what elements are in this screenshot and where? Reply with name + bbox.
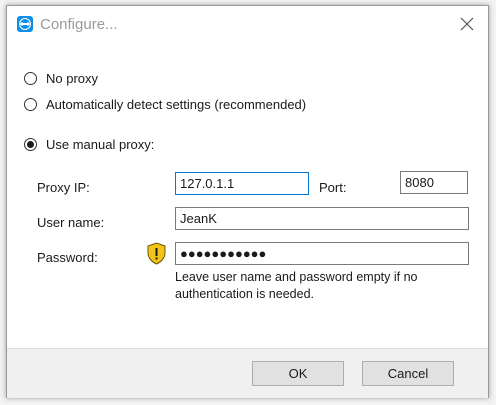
close-icon[interactable]: [460, 17, 474, 31]
password-input[interactable]: [175, 242, 469, 265]
proxy-ip-label: Proxy IP:: [37, 180, 90, 195]
dialog-body: No proxy Automatically detect settings (…: [7, 43, 488, 348]
configure-dialog: Configure... No proxy Automatically dete…: [6, 5, 489, 398]
radio-button[interactable]: [24, 71, 37, 85]
window-title: Configure...: [40, 16, 118, 33]
radio-button[interactable]: [24, 97, 37, 111]
radio-label: Automatically detect settings (recommend…: [46, 96, 307, 112]
proxy-ip-input[interactable]: [175, 172, 309, 195]
ok-button[interactable]: OK: [252, 361, 344, 386]
radio-no-proxy[interactable]: No proxy: [24, 69, 98, 87]
user-name-input[interactable]: [175, 207, 469, 230]
radio-label: No proxy: [46, 70, 99, 86]
warning-shield-icon: [147, 242, 166, 265]
title-bar[interactable]: Configure...: [7, 6, 488, 43]
radio-button-selected[interactable]: [24, 137, 37, 151]
radio-manual-proxy[interactable]: Use manual proxy:: [24, 135, 154, 153]
port-label: Port:: [319, 180, 347, 195]
password-hint: Leave user name and password empty if no…: [175, 270, 418, 301]
radio-auto-detect[interactable]: Automatically detect settings (recommend…: [24, 95, 306, 113]
dialog-footer: OK Cancel: [7, 348, 488, 398]
teamviewer-icon: [17, 16, 33, 32]
password-label: Password:: [37, 250, 98, 265]
cancel-button[interactable]: Cancel: [362, 361, 454, 386]
port-input[interactable]: [400, 171, 468, 194]
user-name-label: User name:: [37, 215, 105, 230]
radio-label: Use manual proxy:: [46, 136, 155, 152]
